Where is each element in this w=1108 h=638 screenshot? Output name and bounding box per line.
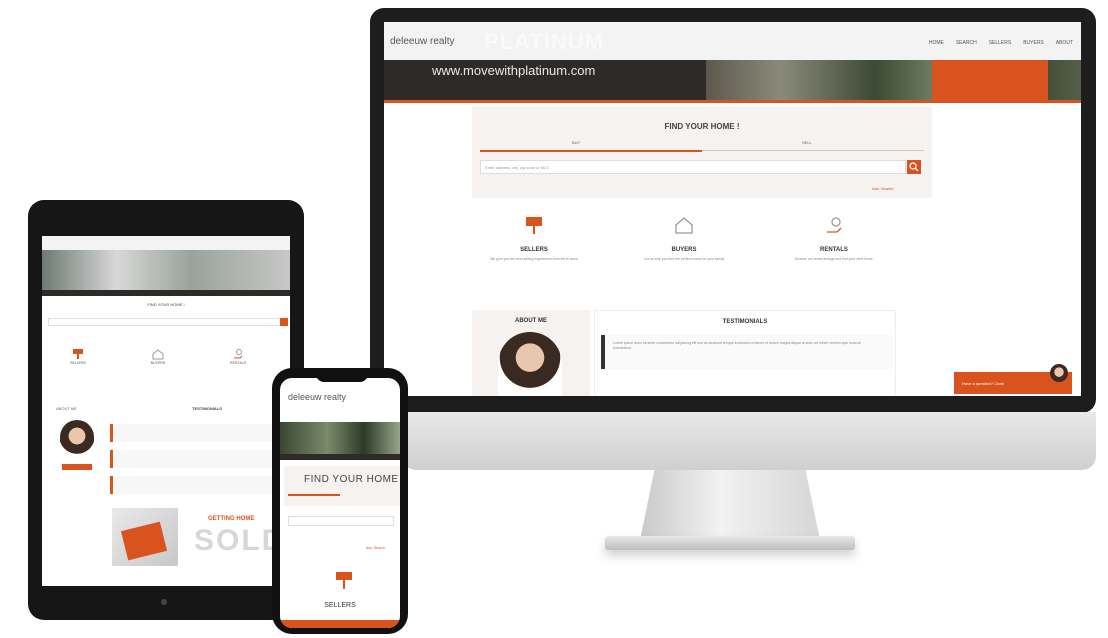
nav-search[interactable]: SEARCH [956, 40, 977, 46]
tablet-search-input[interactable] [48, 318, 284, 326]
phone-hero-photo [280, 422, 400, 454]
monitor-chin [402, 412, 1096, 470]
chat-label: Have a question? Chat! [962, 381, 1004, 386]
nav-home[interactable]: HOME [929, 40, 944, 46]
tablet-search-button[interactable] [280, 318, 288, 326]
desktop-site-screen: deleeuw realty PLATINUM HOME SEARCH SELL… [384, 22, 1081, 396]
service-desc: Browse our rental listings and find your… [795, 257, 873, 261]
tablet-service-title: SELLERS [70, 361, 86, 365]
tab-active-indicator [480, 150, 702, 152]
testimonial-text: Lorem ipsum dolor sit amet consectetur a… [613, 341, 861, 350]
phone-hero-band [280, 454, 400, 460]
tab-divider [702, 150, 924, 151]
key-hand-icon [827, 217, 842, 233]
tablet-service-rentals[interactable]: RENTALS [208, 348, 268, 365]
hero-accent-line [384, 100, 1081, 103]
tab-sell[interactable]: SELL [802, 140, 812, 145]
tab-buy[interactable]: BUY [572, 140, 580, 145]
key-hand-icon [234, 349, 243, 359]
tablet-service-sellers[interactable]: SELLERS [48, 348, 108, 365]
for-sale-sign-icon [526, 217, 542, 234]
nav-links: HOME SEARCH SELLERS BUYERS ABOUT [929, 40, 1073, 46]
desktop-navbar: deleeuw realty PLATINUM HOME SEARCH SELL… [384, 22, 1081, 60]
house-icon [675, 217, 693, 234]
phone-find-title: FIND YOUR HOME [304, 474, 399, 485]
tablet-site-screen: FIND YOUR HOME ! SELLERS BUYERS RENTALS … [42, 236, 290, 586]
testimonials-panel: TESTIMONIALS Lorem ipsum dolor sit amet … [594, 310, 896, 396]
service-desc: Let us help you find the perfect home fo… [643, 257, 725, 261]
phone-footer-bar [280, 620, 400, 628]
nav-buyers[interactable]: BUYERS [1023, 40, 1044, 46]
tablet-navbar [42, 236, 290, 250]
search-input[interactable]: Enter address, city, zip code or MLS [480, 160, 906, 174]
tablet-agent-tag [62, 464, 92, 470]
phone-site-logo[interactable]: deleeuw realty [288, 392, 346, 402]
for-sale-sign-icon [73, 349, 83, 359]
phone-find-panel [284, 466, 400, 506]
tablet-getting-label: GETTING HOME [208, 516, 255, 522]
nav-sellers[interactable]: SELLERS [989, 40, 1012, 46]
service-title: BUYERS [671, 247, 697, 253]
service-desc: We give you the best selling experience … [490, 257, 578, 261]
service-title: RENTALS [820, 247, 848, 253]
service-rentals[interactable]: RENTALS Browse our rental listings and f… [774, 214, 894, 262]
nav-about[interactable]: ABOUT [1056, 40, 1073, 46]
chat-avatar [1050, 364, 1068, 382]
find-home-panel: FIND YOUR HOME ! BUY SELL Enter address,… [472, 106, 932, 198]
tablet-home-button[interactable] [161, 599, 167, 605]
tablet-service-title: RENTALS [230, 361, 246, 365]
advanced-search-link[interactable]: Adv. Search [872, 186, 894, 191]
phone-advanced-search-link[interactable]: Adv. Search [366, 546, 385, 550]
phone-site-screen: deleeuw realty FIND YOUR HOME Adv. Searc… [280, 378, 400, 628]
tablet-testimonial-card [110, 450, 283, 468]
phone-search-input[interactable] [288, 516, 394, 526]
site-logo[interactable]: deleeuw realty [390, 36, 454, 47]
hero-url: www.movewithplatinum.com [432, 63, 596, 78]
testimonials-title: TESTIMONIALS [722, 319, 768, 325]
hero-overlay-text: PLATINUM [484, 29, 605, 54]
tablet-service-buyers[interactable]: BUYERS [128, 348, 188, 365]
monitor-stand-neck [640, 470, 820, 540]
tablet-testimonials-title: TESTIMONIALS [192, 406, 222, 411]
about-me-panel: ABOUT ME [472, 310, 590, 396]
hero-orange-block [932, 60, 1048, 100]
monitor-stand-foot [605, 536, 855, 550]
tablet-hero-photo [42, 250, 290, 290]
tablet-hero-band [42, 290, 290, 296]
phone-sellers-title: SELLERS [324, 602, 356, 609]
find-home-title: FIND YOUR HOME ! [664, 122, 740, 131]
service-buyers[interactable]: BUYERS Let us help you find the perfect … [624, 214, 744, 262]
service-title: SELLERS [520, 247, 548, 253]
service-sellers[interactable]: SELLERS We give you the best selling exp… [474, 214, 594, 262]
agent-photo [498, 332, 562, 396]
tablet-testimonial-card [110, 424, 283, 442]
phone-tab-indicator [288, 494, 340, 496]
for-sale-sign-icon [336, 572, 352, 589]
tablet-about-label: ABOUT ME [56, 406, 77, 411]
search-icon [909, 162, 919, 172]
hero-banner: www.movewithplatinum.com [384, 60, 1081, 102]
about-me-title: ABOUT ME [515, 318, 547, 324]
house-icon [152, 349, 164, 360]
tablet-find-title: FIND YOUR HOME ! [147, 302, 185, 307]
search-button[interactable] [907, 160, 921, 174]
phone-notch [316, 372, 368, 382]
tablet-service-title: BUYERS [150, 361, 166, 365]
chat-widget[interactable]: Have a question? Chat! [954, 364, 1072, 394]
tablet-agent-photo [60, 420, 94, 460]
tablet-testimonial-card [110, 476, 283, 494]
